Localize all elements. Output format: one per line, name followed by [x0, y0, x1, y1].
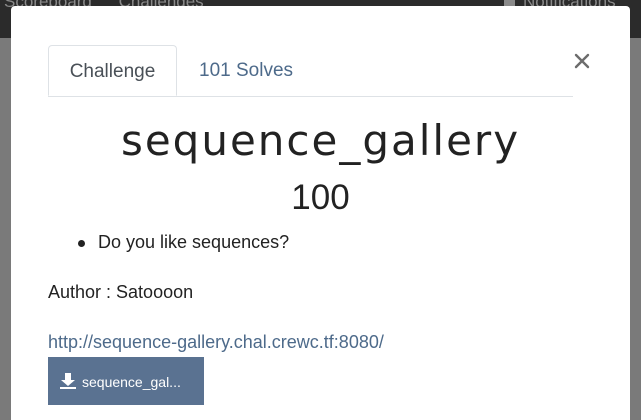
close-button[interactable] [570, 49, 594, 73]
challenge-points: 100 [291, 178, 350, 217]
challenge-url-link[interactable]: http://sequence-gallery.chal.crewc.tf:80… [48, 332, 384, 353]
modal-backdrop-right[interactable] [630, 38, 641, 420]
bullet-icon [78, 240, 85, 247]
modal-tabs: Challenge 101 Solves [48, 45, 573, 97]
close-icon [574, 53, 590, 69]
tab-challenge[interactable]: Challenge [48, 45, 177, 96]
download-icon [60, 373, 76, 390]
author-line: Author : Satoooon [48, 282, 194, 302]
challenge-name: sequence_gallery [120, 116, 521, 165]
download-file-label: sequence_gal... [82, 374, 181, 390]
challenge-description: Do you like sequences? [73, 232, 289, 253]
download-file-button[interactable]: sequence_gal... [48, 357, 204, 405]
description-text: Do you like sequences? [98, 232, 290, 252]
modal-backdrop-left[interactable] [0, 38, 11, 420]
challenge-modal: Challenge 101 Solves sequence_gallery 10… [11, 6, 630, 420]
tab-solves[interactable]: 101 Solves [178, 45, 314, 95]
description-item: Do you like sequences? [73, 232, 289, 253]
